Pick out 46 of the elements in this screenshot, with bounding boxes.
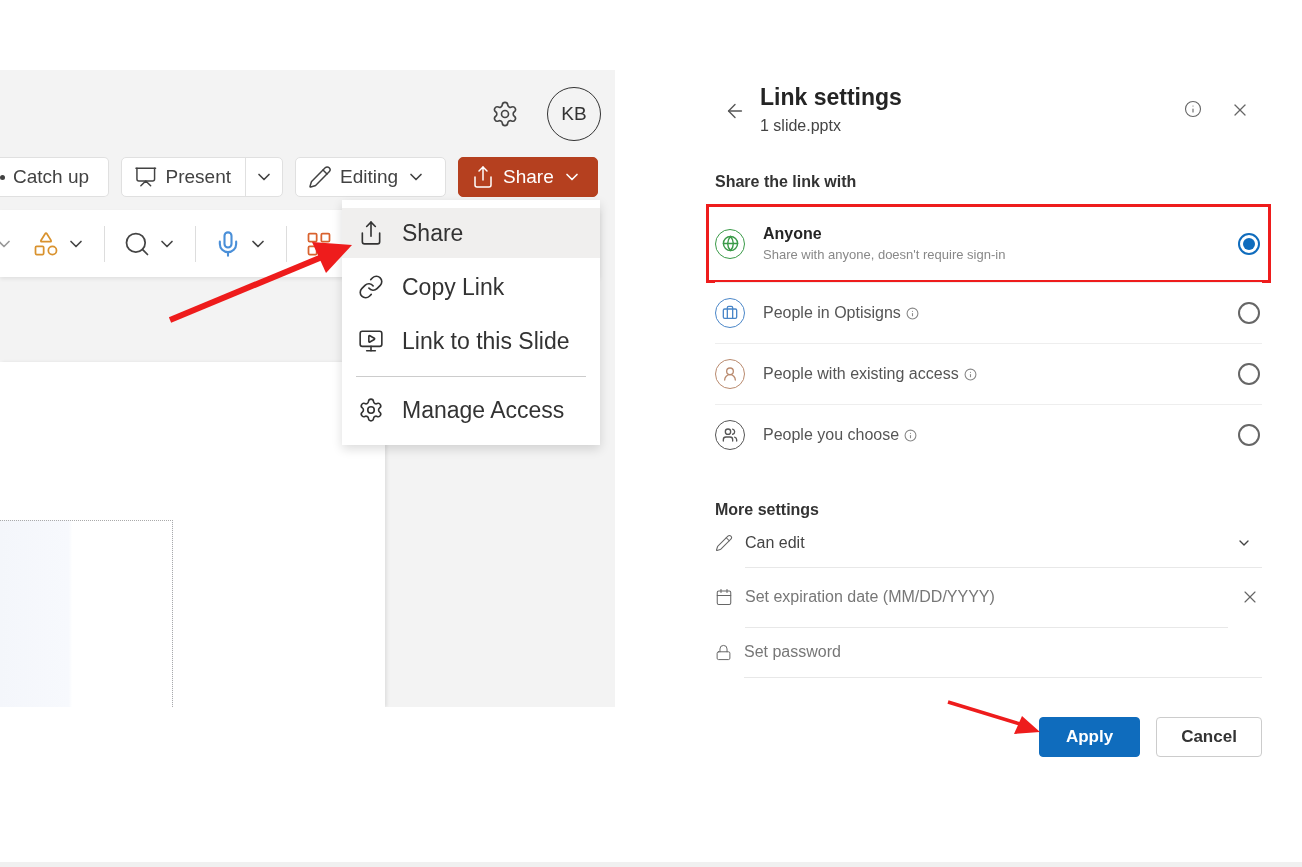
apply-button[interactable]: Apply xyxy=(1039,717,1140,757)
menu-item[interactable]: Manage Access xyxy=(342,385,600,435)
share-button[interactable]: Share xyxy=(458,157,598,197)
password-field[interactable]: Set password xyxy=(744,626,1262,678)
share-option[interactable]: Anyone Share with anyone, doesn't require sign-in xyxy=(715,213,1262,274)
section-label: Share the link with xyxy=(714,173,858,191)
option-label: People with existing access xyxy=(763,365,959,383)
pencil-icon xyxy=(308,165,332,189)
dot-icon xyxy=(0,174,5,180)
menu-item[interactable]: Share xyxy=(342,208,600,258)
file-name: 1 slide.pptx xyxy=(760,117,842,135)
option-label: People in Optisigns xyxy=(763,304,901,322)
cancel-button[interactable]: Cancel xyxy=(1156,717,1262,757)
dialog-title: Link settings xyxy=(760,84,903,111)
settings-icon[interactable] xyxy=(491,99,519,128)
slide-icon xyxy=(358,328,384,354)
info-icon[interactable] xyxy=(904,428,918,442)
editing-button[interactable]: Editing xyxy=(295,157,446,197)
share-option[interactable]: People you choose xyxy=(715,404,1262,465)
share-option[interactable]: People in Optisigns xyxy=(715,282,1262,343)
radio-button[interactable] xyxy=(1238,424,1260,446)
share-icon xyxy=(471,165,495,189)
info-icon[interactable] xyxy=(963,367,977,381)
menu-item[interactable]: Link to this Slide xyxy=(342,316,600,366)
shapes-icon[interactable] xyxy=(32,229,60,258)
lock-icon xyxy=(715,643,732,661)
calendar-icon xyxy=(715,588,733,606)
radio-button[interactable] xyxy=(1238,232,1260,255)
settings-icon xyxy=(358,397,384,423)
option-label: People you choose xyxy=(763,426,900,444)
expiration-date-field[interactable]: Set expiration date (MM/DD/YYYY) xyxy=(745,566,1228,628)
option-description: Share with anyone, doesn't require sign-in xyxy=(763,247,1007,262)
info-icon[interactable] xyxy=(905,306,919,320)
permission-dropdown[interactable]: Can edit xyxy=(745,518,1262,568)
catch-up-button[interactable]: Catch up xyxy=(0,157,109,197)
pencil-icon xyxy=(715,534,733,552)
presentation-icon xyxy=(134,165,158,189)
present-button[interactable]: Present xyxy=(121,157,283,197)
menu-item[interactable]: Copy Link xyxy=(342,262,600,312)
info-icon[interactable] xyxy=(1184,100,1202,118)
radio-button[interactable] xyxy=(1238,302,1260,324)
option-label: Anyone xyxy=(763,225,822,243)
share-option[interactable]: People with existing access xyxy=(715,343,1262,404)
link-icon xyxy=(358,274,384,300)
radio-button[interactable] xyxy=(1238,363,1260,385)
section-label: More settings xyxy=(714,501,820,519)
